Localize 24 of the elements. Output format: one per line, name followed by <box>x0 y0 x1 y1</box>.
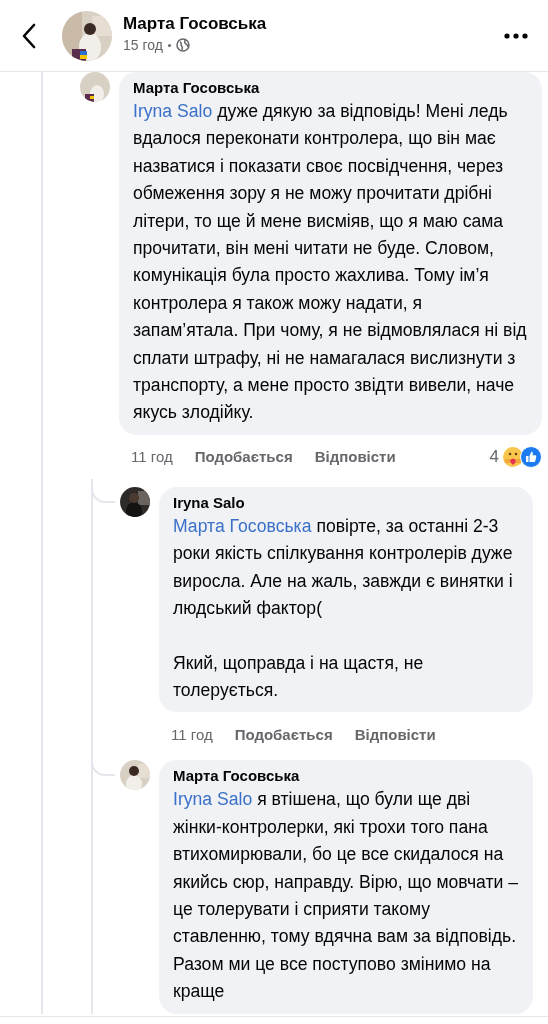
commenter-name[interactable]: Марта Госовська <box>173 766 519 787</box>
reaction-count[interactable]: 4 <box>489 446 499 467</box>
back-icon[interactable] <box>21 22 37 49</box>
mention-link[interactable]: Iryna Salo <box>173 789 253 810</box>
mention-link[interactable]: Марта Госовська <box>173 515 312 536</box>
comment-text: Iryna Salo я втішена, що були ще дві жінки-контролерки, які трохи того пана втихомирювали, бо це все скидалося на якийсь сюр, направду. Вірю, що мовчати – це толерувати і сприяти такому ставленню, тому вдячна вам за відповідь. Разом ми це все поступово змінимо на краще <box>173 788 519 1004</box>
globe-icon <box>175 38 190 52</box>
post-time: 15 год <box>123 37 163 53</box>
like-link[interactable]: Подобається <box>234 725 333 743</box>
reply-link[interactable]: Відповісти <box>354 725 436 743</box>
like-link[interactable]: Подобається <box>194 448 293 466</box>
more-icon[interactable] <box>504 32 528 39</box>
author-name[interactable]: Марта Госовська <box>123 14 267 34</box>
commenter-name[interactable]: Iryna Salo <box>173 492 519 513</box>
comment-time: 11 год <box>131 448 173 466</box>
comment-text: Який, щоправда і на щастя, не толерується. <box>173 651 425 702</box>
reply-link[interactable]: Відповісти <box>314 448 396 466</box>
commenter-name[interactable]: Марта Госовська <box>133 78 528 98</box>
like-icon <box>520 445 542 468</box>
separator-dot <box>167 43 171 47</box>
comment-text: Iryna Salo дуже дякую за відповідь! Мені ледь вдалося переконати контролера, що він має назватися і показати своє посвідчення, через обмеження зору я не можу прочитати дрібні літери, то ще й мене висміяв, що я маю сама прочитати, він мені читати не буде. Словом, комунікація була просто жахлива. Тому ім’я контролера я також можу надати, я запам’ятала. При чому, я не відмовлялася ні від сплати штрафу, ні не намагалася вислизнути з транспорту, а мене просто звідти вивели, наче якусь злодійку. <box>133 100 528 425</box>
comment-text: Марта Госовська повірте, за останні 2-3 роки якість спілкування контролерів дуже виросла. Але на жаль, завжди є винятки і людський фактор( <box>173 514 514 621</box>
mention-link[interactable]: Iryna Salo <box>133 101 213 121</box>
comment-time: 11 год <box>171 725 213 743</box>
